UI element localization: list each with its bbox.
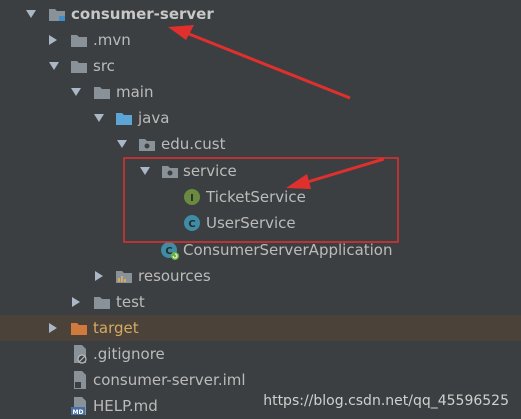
expand-arrow-icon[interactable] <box>94 114 104 122</box>
iml-file-icon <box>74 371 86 389</box>
expand-arrow-icon[interactable] <box>117 140 127 148</box>
collapse-arrow-icon[interactable] <box>49 323 57 333</box>
tree-row-service[interactable]: service <box>0 158 521 184</box>
package-icon <box>139 139 155 151</box>
tree-label-service: service <box>183 162 237 180</box>
tree-label-src: src <box>93 57 115 75</box>
folder-icon <box>71 61 87 73</box>
expand-arrow-icon[interactable] <box>49 62 59 70</box>
tree-label-consumer-server-application: ConsumerServerApplication <box>183 241 393 259</box>
markdown-file-icon: MD <box>71 397 86 416</box>
tree-row-consumer-server-iml[interactable]: consumer-server.iml <box>0 367 521 393</box>
collapse-arrow-icon[interactable] <box>72 297 80 307</box>
watermark-text: https://blog.csdn.net/qq_45596525 <box>263 393 509 409</box>
tree-label-edu-cust: edu.cust <box>161 135 226 153</box>
tree-row-target[interactable]: target <box>0 315 521 341</box>
source-folder-icon <box>116 113 132 125</box>
svg-text:C: C <box>188 219 195 230</box>
tree-row-user-service[interactable]: C UserService <box>0 210 521 236</box>
collapse-arrow-icon[interactable] <box>95 271 103 281</box>
expand-arrow-icon[interactable] <box>140 167 150 175</box>
tree-row-resources[interactable]: resources <box>0 263 521 289</box>
tree-row-gitignore[interactable]: .gitignore <box>0 341 521 367</box>
package-icon <box>162 166 178 178</box>
resources-folder-icon <box>116 271 132 283</box>
tree-label-resources: resources <box>138 267 211 285</box>
tree-row-src[interactable]: src <box>0 53 521 79</box>
tree-row-test[interactable]: test <box>0 289 521 315</box>
excluded-folder-icon <box>71 323 87 335</box>
tree-label-user-service: UserService <box>206 214 296 232</box>
tree-label-target: target <box>93 319 139 337</box>
tree-row-consumer-server[interactable]: consumer-server <box>0 1 521 27</box>
tree-label-help-md: HELP.md <box>93 397 158 415</box>
tree-row-edu-cust[interactable]: edu.cust <box>0 131 521 157</box>
tree-label-main: main <box>116 83 154 101</box>
tree-row-java[interactable]: java <box>0 105 521 131</box>
tree-row-mvn[interactable]: .mvn <box>0 27 521 53</box>
interface-icon: I <box>184 189 200 205</box>
expand-arrow-icon[interactable] <box>26 10 36 18</box>
svg-text:MD: MD <box>73 409 84 416</box>
expand-arrow-icon[interactable] <box>71 88 81 96</box>
tree-label-mvn: .mvn <box>93 31 131 49</box>
tree-label-ticket-service: TicketService <box>206 188 306 206</box>
tree-label-java: java <box>138 109 170 127</box>
spring-boot-class-icon: C <box>161 242 179 260</box>
folder-icon <box>94 87 110 99</box>
module-folder-icon <box>49 9 65 21</box>
tree-label-consumer-server-iml: consumer-server.iml <box>93 371 246 389</box>
folder-icon <box>71 35 87 47</box>
tree-row-ticket-service[interactable]: I TicketService <box>0 184 521 210</box>
project-tree: consumer-server .mvn src main java edu.c… <box>0 0 521 417</box>
tree-label-consumer-server: consumer-server <box>71 5 214 23</box>
tree-row-consumer-server-application[interactable]: C ConsumerServerApplication <box>0 237 521 263</box>
svg-text:I: I <box>190 193 194 204</box>
folder-icon <box>94 297 110 309</box>
class-icon: C <box>184 215 200 231</box>
collapse-arrow-icon[interactable] <box>49 35 57 45</box>
gitignore-file-icon <box>74 345 87 364</box>
tree-row-main[interactable]: main <box>0 79 521 105</box>
tree-label-gitignore: .gitignore <box>93 345 165 363</box>
tree-label-test: test <box>116 293 145 311</box>
